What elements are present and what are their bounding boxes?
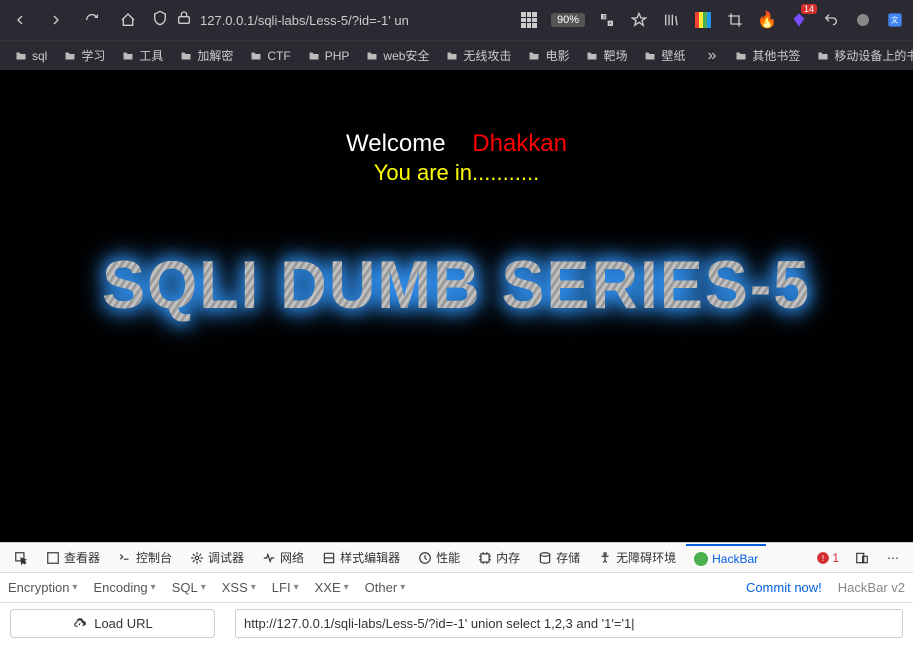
nav-back-button[interactable]	[8, 8, 32, 32]
bookmark-crypto[interactable]: 加解密	[173, 45, 239, 66]
library-icon[interactable]	[661, 10, 681, 30]
devtools-tab-style[interactable]: 样式编辑器	[314, 544, 408, 572]
translate-icon[interactable]: 文A	[597, 10, 617, 30]
bookmark-websec[interactable]: web安全	[359, 45, 435, 66]
hb-encryption[interactable]: Encryption	[8, 580, 77, 595]
nav-forward-button[interactable]	[44, 8, 68, 32]
qr-icon[interactable]	[519, 10, 539, 30]
svg-text:文: 文	[602, 13, 606, 19]
undo-icon[interactable]	[821, 10, 841, 30]
error-count[interactable]: ! 1	[810, 551, 845, 565]
shield-icon	[152, 10, 168, 31]
devtools-responsive-icon[interactable]	[847, 544, 877, 572]
commit-link[interactable]: Commit now!	[746, 580, 822, 595]
crop-icon[interactable]	[725, 10, 745, 30]
hb-encoding[interactable]: Encoding	[93, 580, 155, 595]
bookmark-ctf[interactable]: CTF	[243, 47, 296, 65]
rainbow-icon[interactable]	[693, 10, 713, 30]
devtools-tabs: 查看器 控制台 调试器 网络 样式编辑器 性能 内存 存储 无障碍环境 Hack…	[0, 542, 913, 572]
translate2-icon[interactable]: 文	[885, 10, 905, 30]
bookmarks-bar: sql 学习 工具 加解密 CTF PHP web安全 无线攻击 电影 靶场 壁…	[0, 40, 913, 70]
sqli-title: SQLI DUMB SERIES-5	[23, 246, 890, 324]
devtools-tab-memory[interactable]: 内存	[470, 544, 528, 572]
welcome-name: Dhakkan	[472, 130, 567, 157]
bookmarks-overflow[interactable]: »	[699, 47, 724, 65]
devtools-tab-inspector[interactable]: 查看器	[38, 544, 108, 572]
bookmark-movies[interactable]: 电影	[521, 45, 575, 66]
hackbar-version: HackBar v2	[838, 580, 905, 595]
hb-other[interactable]: Other	[365, 580, 406, 595]
you-are-in-text: You are in...........	[0, 160, 913, 186]
zoom-level[interactable]: 90%	[551, 13, 585, 27]
fire-icon[interactable]: 🔥	[757, 10, 777, 30]
svg-text:A: A	[609, 21, 612, 26]
hackbar-toolbar: Encryption Encoding SQL XSS LFI XXE Othe…	[0, 572, 913, 602]
svg-text:!: !	[822, 553, 824, 562]
bookmark-tools[interactable]: 工具	[115, 45, 169, 66]
devtools-tab-accessibility[interactable]: 无障碍环境	[590, 544, 684, 572]
star-icon[interactable]	[629, 10, 649, 30]
welcome-row: Welcome Dhakkan	[0, 130, 913, 158]
reload-button[interactable]	[80, 8, 104, 32]
devtools-tab-network[interactable]: 网络	[254, 544, 312, 572]
load-url-button[interactable]: Load URL	[10, 609, 215, 638]
home-button[interactable]	[116, 8, 140, 32]
bookmark-other[interactable]: 其他书签	[728, 45, 806, 66]
diamond-icon[interactable]: 14	[789, 10, 809, 30]
page-content: Welcome Dhakkan You are in........... SQ…	[0, 70, 913, 542]
hb-xss[interactable]: XSS	[222, 580, 256, 595]
devtools-tab-console[interactable]: 控制台	[110, 544, 180, 572]
devtools-inspector-picker[interactable]	[6, 544, 36, 572]
devtools-tab-storage[interactable]: 存储	[530, 544, 588, 572]
hb-sql[interactable]: SQL	[172, 580, 206, 595]
bookmark-sql[interactable]: sql	[8, 47, 53, 65]
devtools-tab-hackbar[interactable]: HackBar	[686, 544, 766, 572]
hackbar-icon	[694, 552, 708, 566]
devtools-more-icon[interactable]: ⋯	[879, 544, 907, 572]
bookmark-wireless[interactable]: 无线攻击	[439, 45, 517, 66]
browser-toolbar: 127.0.0.1/sqli-labs/Less-5/?id=-1' un 90…	[0, 0, 913, 40]
devtools-tab-performance[interactable]: 性能	[410, 544, 468, 572]
url-bar[interactable]: 127.0.0.1/sqli-labs/Less-5/?id=-1' un	[152, 10, 507, 31]
bookmark-study[interactable]: 学习	[57, 45, 111, 66]
welcome-text: Welcome	[346, 130, 446, 157]
svg-text:文: 文	[891, 16, 899, 25]
url-text: 127.0.0.1/sqli-labs/Less-5/?id=-1' un	[200, 13, 409, 28]
hackbar-url-input[interactable]	[235, 609, 903, 638]
hb-lfi[interactable]: LFI	[272, 580, 299, 595]
cloud-download-icon	[72, 617, 88, 631]
bookmark-wallpaper[interactable]: 壁纸	[637, 45, 691, 66]
bookmark-php[interactable]: PHP	[301, 47, 356, 65]
devtools-tab-debugger[interactable]: 调试器	[182, 544, 252, 572]
bookmark-targets[interactable]: 靶场	[579, 45, 633, 66]
hackbar-bottom: Load URL	[0, 602, 913, 669]
bookmark-mobile[interactable]: 移动设备上的书	[810, 45, 913, 66]
badge-count: 14	[801, 4, 817, 14]
hb-xxe[interactable]: XXE	[315, 580, 349, 595]
globe-icon[interactable]	[853, 10, 873, 30]
lock-icon	[176, 10, 192, 31]
